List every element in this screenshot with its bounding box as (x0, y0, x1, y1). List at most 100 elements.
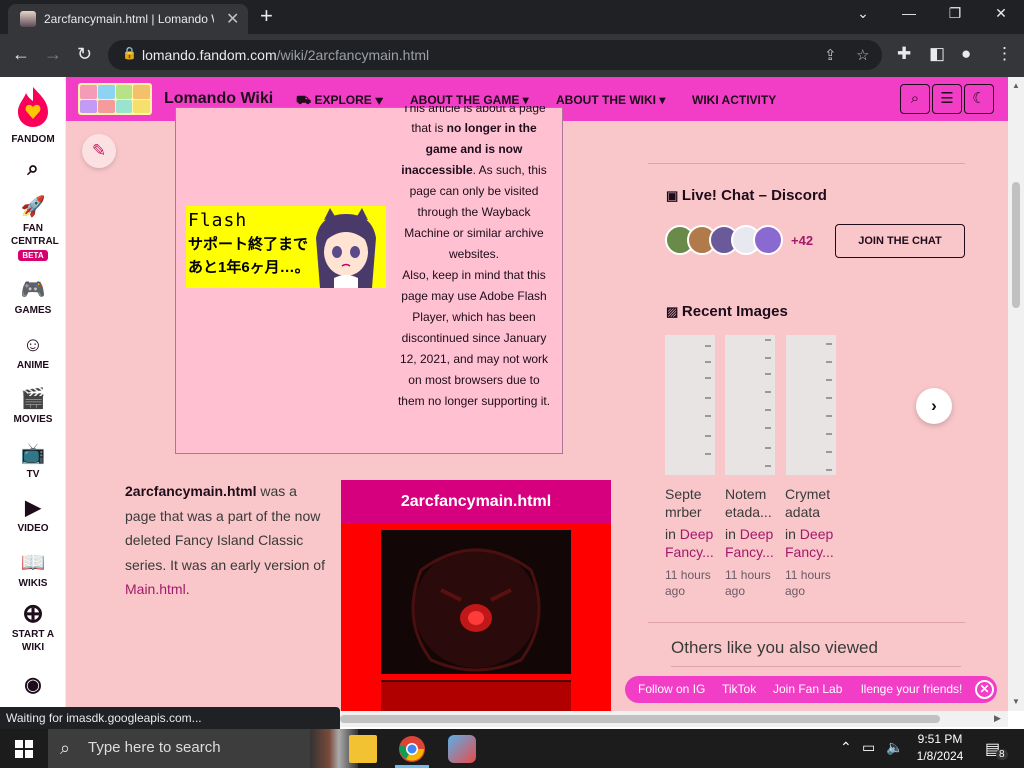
wiki-name[interactable]: Lomando Wiki (164, 90, 273, 108)
plus-circle-icon: ⊕ (22, 598, 44, 628)
profile-icon[interactable]: ● (961, 44, 971, 64)
chrome-icon[interactable] (398, 735, 426, 763)
nav-wiki-activity[interactable]: WIKI ACTIVITY (692, 93, 776, 107)
rail-video[interactable]: ▶ VIDEO (0, 496, 66, 534)
address-bar[interactable]: 🔒 lomando.fandom.com/wiki/2arcfancymain.… (108, 40, 882, 70)
window-close-icon[interactable]: ✕ (981, 5, 1021, 22)
browser-tab[interactable]: 2arcfancymain.html | Lomando Wiki ✕ (8, 4, 248, 34)
rail-fan-central[interactable]: 🚀 FAN CENTRAL BETA (0, 195, 66, 261)
scroll-down-icon[interactable]: ▼ (1012, 697, 1020, 706)
browser-tab-strip: 2arcfancymain.html | Lomando Wiki ✕ + ⌄ … (0, 0, 1024, 34)
recent-image-name[interactable]: Septe mrber (665, 485, 721, 521)
flash-end-banner-image: Flash サポート終了まで あと1年6ヶ月…。 (186, 206, 386, 288)
tab-search-chevron-icon[interactable]: ⌄ (843, 5, 883, 22)
nav-about-wiki-label: ABOUT THE WIKI (556, 93, 656, 107)
infobox: 2arcfancymain.html (341, 480, 611, 711)
scrollbar-thumb[interactable] (340, 715, 940, 723)
nav-about-wiki[interactable]: ABOUT THE WIKI ▾ (556, 93, 665, 107)
theme-moon-icon[interactable]: ☾ (964, 84, 994, 114)
notice-line-partial: This article is about a page (402, 106, 546, 115)
fandom-global-nav: FANDOM ⌕ 🚀 FAN CENTRAL BETA 🎮 GAMES ☺ AN… (0, 77, 66, 711)
flash-line-3: あと1年6ヶ月…。 (188, 259, 310, 276)
share-icon[interactable]: ⇪ (824, 46, 837, 64)
discussions-icon[interactable]: ☰ (932, 84, 962, 114)
wiki-search-icon[interactable]: ⌕ (900, 84, 930, 114)
explore-icon: ⛟ (296, 93, 315, 107)
join-chat-button[interactable]: JOIN THE CHAT (835, 224, 965, 258)
close-icon[interactable]: ✕ (975, 680, 994, 699)
recent-image-time: 11 hours ago (665, 568, 711, 598)
in-label: in (725, 526, 736, 542)
clock-date: 1/8/2024 (916, 749, 964, 763)
fan-central-label: FAN CENTRAL (11, 223, 59, 247)
rail-wikis[interactable]: 📖 WIKIS (0, 551, 66, 589)
fandom-logo[interactable]: FANDOM (0, 85, 66, 145)
volume-muted-icon[interactable]: 🔈 (886, 739, 903, 756)
taskbar-clock[interactable]: 9:51 PM 1/8/2024 (912, 731, 968, 765)
bookmark-star-icon[interactable]: ☆ (856, 46, 869, 64)
fandom-search[interactable]: ⌕ (0, 157, 66, 184)
wiki-logo[interactable] (78, 83, 152, 115)
minimize-icon[interactable]: — (889, 5, 929, 21)
rail-games[interactable]: 🎮 GAMES (0, 278, 66, 316)
movies-label: MOVIES (13, 414, 53, 425)
network-icon[interactable]: ▭ (862, 739, 875, 756)
recent-image-time: 11 hours ago (785, 568, 831, 598)
windows-start-icon[interactable] (15, 740, 33, 758)
main-html-link[interactable]: Main.html (125, 581, 186, 597)
anime-girl-illustration (316, 208, 376, 288)
recent-image-name[interactable]: Crymet adata (785, 485, 841, 521)
file-explorer-icon[interactable] (349, 735, 377, 763)
search-icon: ⌕ (60, 738, 71, 758)
nav-explore-label: EXPLORE (314, 93, 372, 107)
rail-account[interactable]: ◉ (0, 673, 66, 700)
app-icon[interactable] (448, 735, 476, 763)
taskbar-search-box[interactable]: ⌕ Type here to search (48, 729, 358, 768)
carousel-next-icon[interactable]: › (916, 388, 952, 424)
infobox-image[interactable] (381, 530, 571, 674)
recent-image-wiki: in Deep Fancy... (665, 525, 721, 561)
notice-after-bold: . As such, this page can only be visited… (404, 163, 547, 261)
recent-image-thumb[interactable] (786, 335, 836, 475)
menu-kebab-icon[interactable]: ⋮ (996, 44, 1013, 64)
recent-image-name[interactable]: Notem etada... (725, 485, 781, 521)
tab-close-icon[interactable]: ✕ (226, 9, 239, 29)
join-fan-lab-link[interactable]: Join Fan Lab (773, 682, 842, 696)
scroll-right-icon[interactable]: ▶ (994, 713, 1001, 724)
chat-title-text: Live! Chat – Discord (681, 187, 827, 204)
extensions-puzzle-icon[interactable]: ✚ (897, 44, 911, 64)
scroll-up-icon[interactable]: ▲ (1012, 81, 1020, 90)
rail-movies[interactable]: 🎬 MOVIES (0, 387, 66, 425)
rail-start-wiki[interactable]: ⊕ START A WIKI (0, 598, 66, 654)
rail-tv[interactable]: 📺 TV (0, 442, 66, 480)
book-icon: 📖 (20, 552, 46, 574)
back-arrow-icon[interactable]: ← (12, 44, 30, 65)
rail-anime[interactable]: ☺ ANIME (0, 333, 66, 371)
side-panel-icon[interactable]: ◧ (929, 44, 945, 64)
new-tab-button[interactable]: + (260, 3, 273, 29)
restore-icon[interactable]: ❐ (935, 5, 975, 22)
reload-icon[interactable]: ↻ (77, 44, 92, 65)
in-label: in (665, 526, 676, 542)
scrollbar-thumb[interactable] (1012, 182, 1020, 308)
recent-image-thumb[interactable] (725, 335, 775, 475)
anime-face-icon: ☺ (22, 334, 44, 356)
video-label: VIDEO (17, 523, 49, 534)
article-title-bold: 2arcfancymain.html (125, 483, 257, 499)
social-bar: Follow on IG TikTok Join Fan Lab llenge … (625, 676, 997, 703)
taskbar-search-placeholder: Type here to search (88, 739, 221, 756)
start-wiki-label: START A WIKI (11, 629, 55, 653)
right-rail: ▣ Live! Chat – Discord +42 JOIN THE CHAT… (648, 121, 978, 711)
tray-chevron-icon[interactable]: ⌃ (840, 739, 852, 756)
nav-about-game[interactable]: ABOUT THE GAME ▾ (410, 93, 529, 107)
follow-ig-link[interactable]: Follow on IG (638, 682, 705, 696)
chat-avatar (753, 225, 783, 255)
recent-image-thumb[interactable] (665, 335, 715, 475)
forward-arrow-icon[interactable]: → (44, 44, 62, 65)
edit-pencil-icon[interactable]: ✎ (82, 134, 116, 168)
tiktok-link[interactable]: TikTok (722, 682, 756, 696)
windows-taskbar: ⌕ Type here to search ⌃ ▭ 🔈 9:51 PM 1/8/… (0, 729, 1024, 768)
vertical-scrollbar[interactable]: ▲ ▼ (1008, 77, 1024, 711)
challenge-friends-link[interactable]: llenge your friends! (861, 682, 962, 696)
horizontal-scrollbar[interactable]: ▶ (340, 711, 1008, 727)
